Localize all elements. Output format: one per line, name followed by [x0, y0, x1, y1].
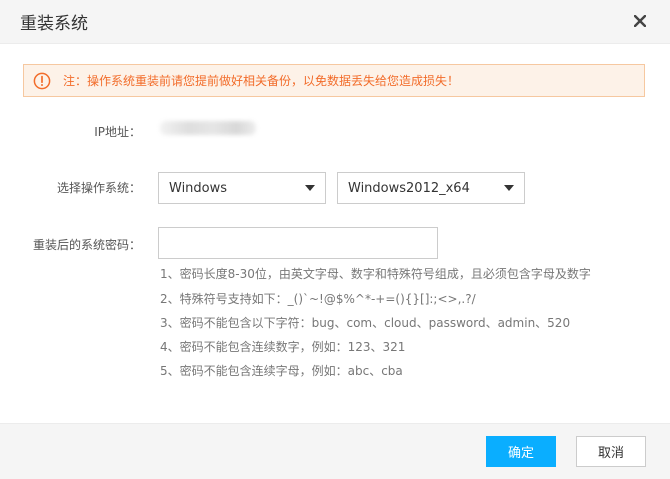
- caret-down-icon: [305, 185, 315, 191]
- password-rule-4: 4、密码不能包含连续数字，例如：123、321: [160, 340, 406, 354]
- caret-down-icon: [504, 185, 514, 191]
- ip-address-value-redacted: [160, 121, 256, 135]
- password-label: 重装后的系统密码：: [32, 238, 141, 252]
- warning-circle-icon: [33, 72, 51, 90]
- os-label: 选择操作系统：: [56, 181, 141, 195]
- warning-banner: 注：操作系统重装前请您提前做好相关备份，以免数据丢失给您造成损失！: [23, 64, 645, 97]
- password-rule-1: 1、密码长度8-30位，由英文字母、数字和特殊符号组成，且必须包含字母及数字: [160, 267, 591, 281]
- cancel-button[interactable]: 取消: [576, 436, 646, 467]
- os-family-select[interactable]: Windows: [158, 172, 326, 204]
- reinstall-system-dialog: 重装系统 注：操作系统重装前请您提前做好相关备份，以免数据丢失给您造成损失！ I…: [0, 0, 670, 479]
- close-icon: [634, 15, 646, 27]
- dialog-footer: [0, 423, 670, 479]
- os-version-value: Windows2012_x64: [348, 180, 470, 196]
- password-input[interactable]: [158, 227, 438, 259]
- dialog-title: 重装系统: [20, 14, 88, 34]
- password-rule-3: 3、密码不能包含以下字符：bug、com、cloud、password、admi…: [160, 316, 571, 330]
- close-button[interactable]: [628, 9, 652, 33]
- os-family-value: Windows: [169, 180, 228, 196]
- os-version-select[interactable]: Windows2012_x64: [337, 172, 525, 204]
- confirm-button[interactable]: 确定: [486, 436, 556, 467]
- warning-text: 注：操作系统重装前请您提前做好相关备份，以免数据丢失给您造成损失！: [63, 74, 460, 88]
- dialog-header: 重装系统: [0, 0, 670, 44]
- password-rule-5: 5、密码不能包含连续字母，例如：abc、cba: [160, 364, 403, 378]
- password-rule-2: 2、特殊符号支持如下：_()`~!@$%^*-+=(){}[]:;<>,.?/: [160, 292, 476, 306]
- ip-label: IP地址：: [94, 125, 141, 139]
